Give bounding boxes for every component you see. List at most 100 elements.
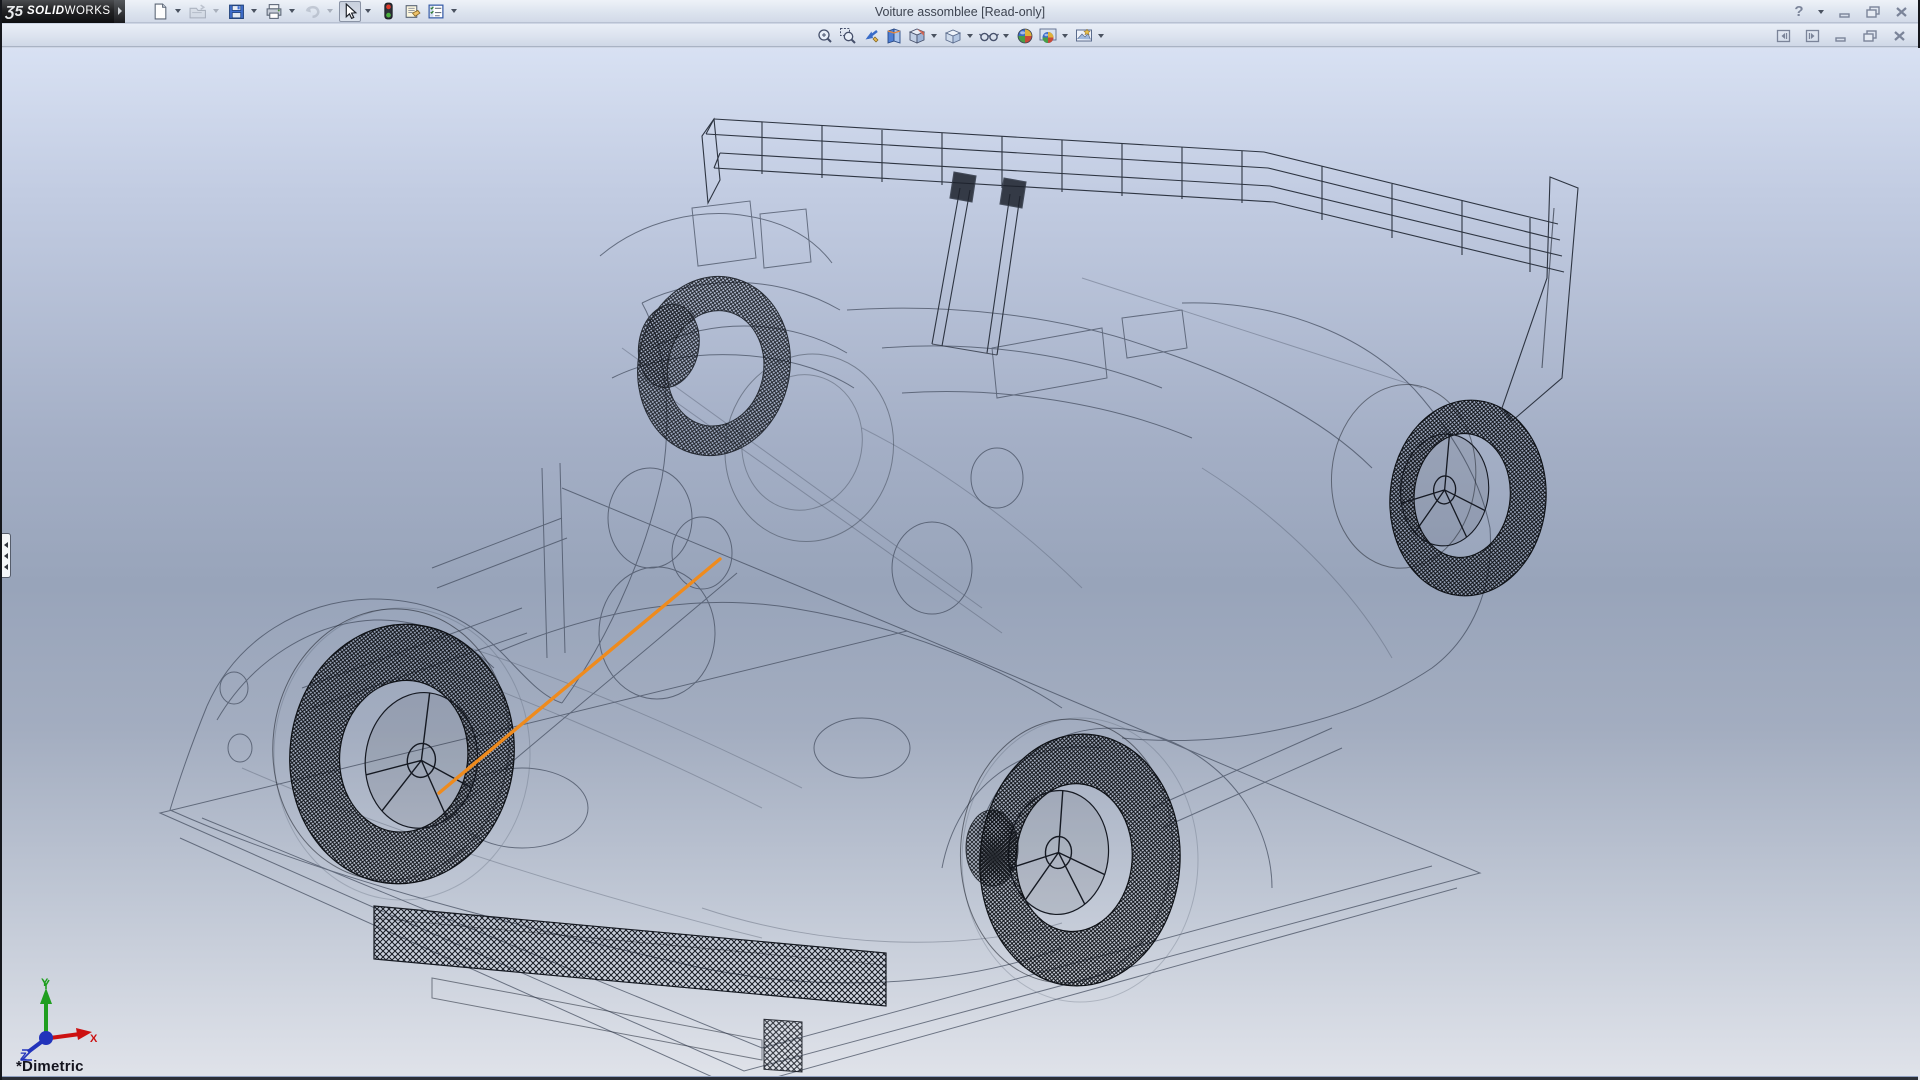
apply-scene-dropdown[interactable]	[1060, 25, 1069, 46]
section-view-icon	[885, 27, 903, 45]
brand-name: SOLIDWORKS	[27, 5, 111, 17]
pane-previous-icon	[1776, 29, 1791, 43]
options-button[interactable]	[425, 1, 447, 22]
view-settings-icon	[1075, 27, 1093, 45]
chevron-down-icon	[967, 34, 973, 38]
apply-scene-icon	[1039, 27, 1057, 45]
print-dropdown[interactable]	[287, 1, 296, 22]
help-dropdown[interactable]	[1816, 1, 1825, 22]
undo-arrow-icon	[303, 3, 322, 20]
view-orientation-dropdown[interactable]	[929, 25, 938, 46]
view-settings-button[interactable]	[1073, 25, 1095, 46]
feature-manager-collapse-tab[interactable]	[2, 533, 11, 578]
restore-button[interactable]	[1862, 2, 1884, 21]
close-icon	[1894, 5, 1909, 19]
close-icon	[1892, 29, 1907, 43]
chevron-down-icon	[365, 9, 371, 13]
viewport-canvas[interactable]: Y X Z *Dimetric	[2, 48, 1920, 1080]
chevron-down-icon	[1818, 10, 1824, 14]
zoom-to-fit-icon	[816, 27, 834, 45]
select-tool-button[interactable]	[339, 1, 361, 22]
view-orientation-label: *Dimetric	[16, 1058, 84, 1075]
zoom-to-fit-button[interactable]	[814, 25, 836, 46]
menu-flyout-arrow[interactable]	[114, 0, 125, 23]
hide-show-items-dropdown[interactable]	[1001, 25, 1010, 46]
document-window-controls	[1772, 25, 1910, 46]
eyeglasses-icon	[979, 27, 999, 45]
dassault-3ds-logo: Ʒ5	[5, 3, 23, 20]
options-checklist-icon	[427, 3, 445, 20]
select-tool-dropdown[interactable]	[363, 1, 372, 22]
previous-view-button[interactable]	[860, 25, 882, 46]
pane-previous-button[interactable]	[1772, 26, 1794, 45]
new-document-button[interactable]	[149, 1, 171, 22]
edit-appearance-button[interactable]	[1014, 25, 1036, 46]
restore-icon	[1865, 5, 1881, 19]
file-properties-icon	[403, 3, 421, 20]
triad-x-label: X	[90, 1033, 98, 1045]
minimize-icon	[1834, 29, 1848, 43]
chevron-down-icon	[1098, 34, 1104, 38]
minimize-button[interactable]	[1834, 2, 1856, 21]
chevron-down-icon	[289, 9, 295, 13]
apply-scene-button[interactable]	[1037, 25, 1059, 46]
open-dropdown[interactable]	[211, 1, 220, 22]
heads-up-view-toolbar	[814, 24, 1108, 47]
display-style-dropdown[interactable]	[965, 25, 974, 46]
previous-view-icon	[862, 27, 880, 45]
view-settings-dropdown[interactable]	[1096, 25, 1105, 46]
display-style-cube-icon	[944, 27, 962, 45]
display-style-button[interactable]	[942, 25, 964, 46]
solidworks-menu-button[interactable]: Ʒ5 SOLIDWORKS	[2, 0, 114, 23]
file-properties-button[interactable]	[401, 1, 423, 22]
orientation-triad: Y X Z	[10, 976, 100, 1062]
new-document-icon	[152, 3, 169, 20]
solidworks-window: Ʒ5 SOLIDWORKS	[0, 0, 1920, 1080]
restore-icon	[1862, 29, 1878, 43]
pane-next-icon	[1805, 29, 1820, 43]
undo-dropdown[interactable]	[325, 1, 334, 22]
zoom-to-area-button[interactable]	[837, 25, 859, 46]
doc-restore-button[interactable]	[1859, 26, 1881, 45]
rebuild-traffic-light-icon	[382, 2, 395, 20]
view-orientation-button[interactable]	[906, 25, 928, 46]
wheel-front-left	[257, 595, 531, 896]
open-button[interactable]	[187, 1, 209, 22]
wheel-rear-right	[1322, 378, 1555, 602]
window-bottom-edge	[2, 1076, 1918, 1080]
printer-icon	[265, 3, 283, 20]
new-document-dropdown[interactable]	[173, 1, 182, 22]
chevron-down-icon	[213, 9, 219, 13]
doc-close-button[interactable]	[1888, 26, 1910, 45]
help-button[interactable]: ?	[1788, 2, 1810, 21]
chevron-left-icon	[4, 542, 8, 548]
chevron-down-icon	[931, 34, 937, 38]
chevron-left-icon	[4, 553, 8, 559]
rebuild-button[interactable]	[377, 1, 399, 22]
title-bar: Ʒ5 SOLIDWORKS	[2, 0, 1918, 23]
print-button[interactable]	[263, 1, 285, 22]
pane-next-button[interactable]	[1801, 26, 1823, 45]
open-folder-icon	[189, 3, 207, 20]
chevron-left-icon	[4, 564, 8, 570]
rear-wing	[702, 119, 1578, 421]
select-cursor-icon	[342, 3, 358, 20]
undo-button[interactable]	[301, 1, 323, 22]
chevron-down-icon	[327, 9, 333, 13]
close-button[interactable]	[1890, 2, 1912, 21]
doc-minimize-button[interactable]	[1830, 26, 1852, 45]
section-view-button[interactable]	[883, 25, 905, 46]
save-floppy-icon	[228, 3, 245, 20]
wireframe-car-drawing	[2, 48, 1920, 1080]
chevron-down-icon	[251, 9, 257, 13]
triad-y-label: Y	[41, 977, 49, 989]
options-dropdown[interactable]	[449, 1, 458, 22]
heads-up-bar	[2, 24, 1918, 47]
save-button[interactable]	[225, 1, 247, 22]
main-toolbar	[149, 1, 461, 22]
wheel-front-right	[610, 264, 919, 555]
hide-show-items-button[interactable]	[978, 25, 1000, 46]
save-dropdown[interactable]	[249, 1, 258, 22]
appearance-sphere-icon	[1016, 27, 1034, 45]
chevron-down-icon	[1003, 34, 1009, 38]
